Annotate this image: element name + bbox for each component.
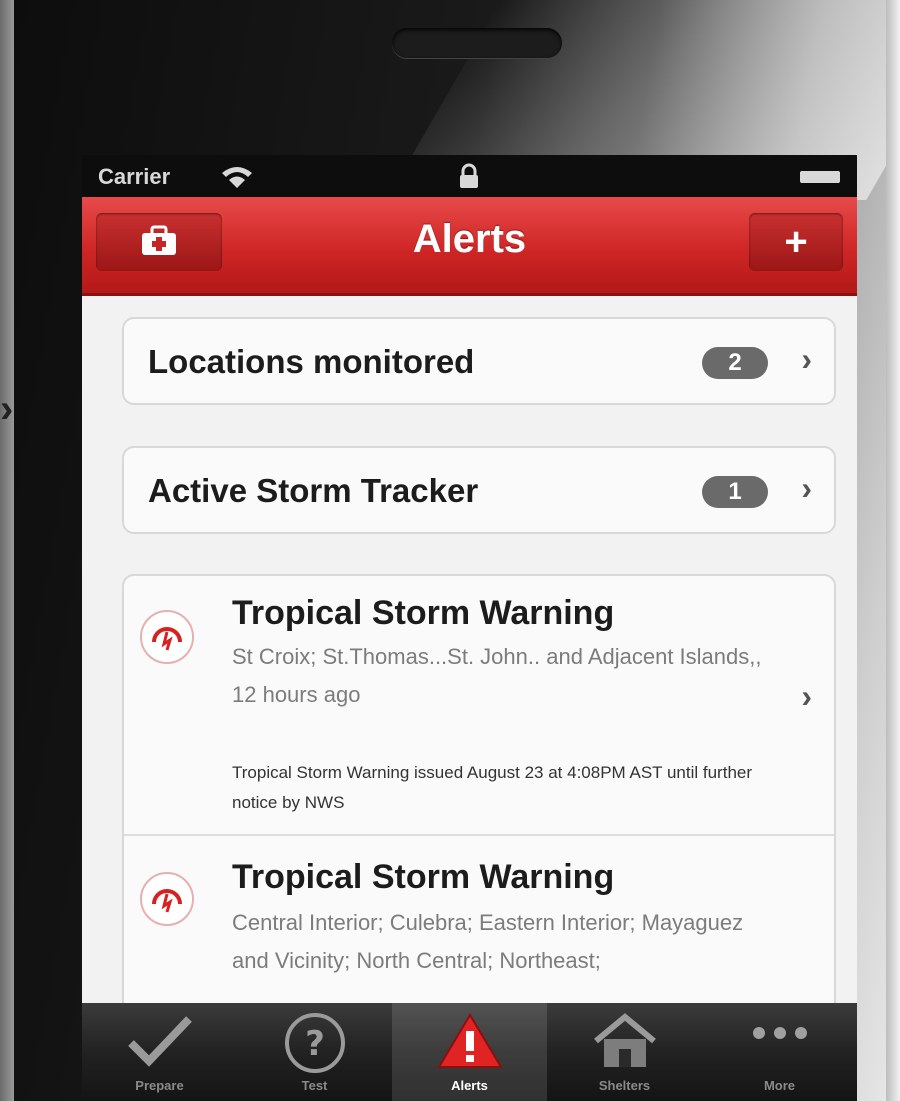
warning-icon: [436, 1013, 503, 1068]
house-icon: [593, 1013, 656, 1067]
kit-button[interactable]: [96, 213, 222, 271]
nav-bar: Alerts +: [82, 197, 857, 296]
chevron-right-icon: ›: [801, 470, 812, 506]
tab-label: Shelters: [598, 1078, 651, 1093]
alert-title: Tropical Storm Warning: [232, 858, 615, 896]
count-badge: 1: [702, 476, 768, 508]
page-title: Alerts: [412, 217, 527, 261]
phone-edge: [886, 0, 900, 1101]
phone-frame: Carrier Alerts + Locations monitored 2 ›…: [14, 0, 900, 1101]
alert-areas: Central Interior; Culebra; Eastern Inter…: [232, 910, 744, 973]
row-label: Locations monitored: [148, 343, 475, 380]
tab-alerts[interactable]: Alerts: [392, 1003, 547, 1101]
tab-label: Test: [301, 1078, 328, 1093]
tab-label: More: [763, 1078, 796, 1093]
svg-text:?: ?: [305, 1024, 325, 1064]
tab-label: Prepare: [135, 1078, 184, 1093]
chevron-right-icon: ›: [801, 341, 812, 377]
status-bar: Carrier: [82, 155, 857, 197]
locations-monitored-row[interactable]: Locations monitored 2 ›: [122, 317, 836, 405]
question-icon: ?: [284, 1013, 345, 1073]
tab-test[interactable]: ? Test: [237, 1003, 392, 1101]
carrier-label: Carrier: [98, 164, 171, 189]
tab-shelters[interactable]: Shelters: [547, 1003, 702, 1101]
tab-label: Alerts: [451, 1078, 488, 1093]
active-storm-tracker-row[interactable]: Active Storm Tracker 1 ›: [122, 446, 836, 534]
background-edge: ›: [0, 0, 14, 1101]
add-button[interactable]: +: [749, 213, 843, 271]
tab-prepare[interactable]: Prepare: [82, 1003, 237, 1101]
app-screen: Carrier Alerts + Locations monitored 2 ›…: [82, 155, 857, 1101]
alert-title: Tropical Storm Warning: [232, 594, 615, 632]
alert-areas: St Croix; St.Thomas...St. John.. and Adj…: [232, 644, 762, 707]
more-dots-icon: [752, 1027, 807, 1039]
storm-alert-icon: [140, 872, 194, 926]
lock-icon: [460, 163, 478, 188]
row-label: Active Storm Tracker: [148, 472, 479, 509]
count-badge: 2: [702, 347, 768, 379]
phone-speaker: [392, 28, 562, 58]
checkmark-icon: [127, 1016, 192, 1067]
wifi-icon: [222, 167, 252, 188]
first-aid-kit-icon: [142, 225, 176, 255]
alert-item[interactable]: Tropical Storm Warning St Croix; St.Thom…: [124, 576, 834, 834]
chevron-right-icon: ›: [801, 678, 812, 714]
tab-bar: Prepare ? Test Alerts Shelters More: [82, 1003, 857, 1101]
battery-icon: [800, 171, 840, 183]
background-chevron-icon: ›: [0, 387, 14, 431]
alerts-content: Locations monitored 2 › Active Storm Tra…: [82, 296, 857, 1048]
alert-description: Tropical Storm Warning issued August 23 …: [232, 763, 753, 812]
storm-alert-icon: [140, 610, 194, 664]
tab-more[interactable]: More: [702, 1003, 857, 1101]
alerts-list: Tropical Storm Warning St Croix; St.Thom…: [122, 574, 836, 1048]
